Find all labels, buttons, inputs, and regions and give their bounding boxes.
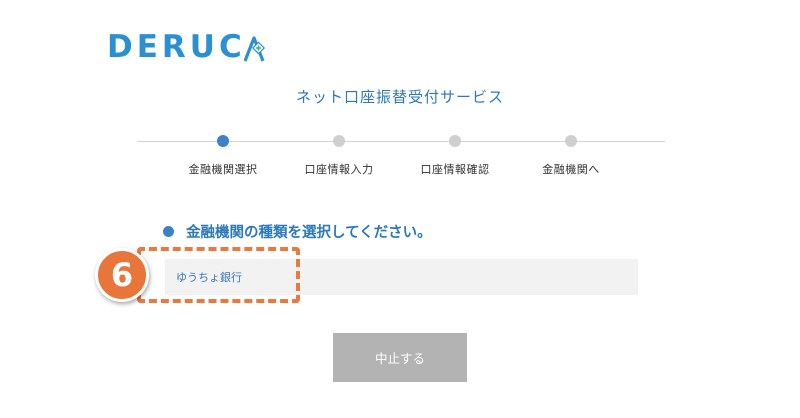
bank-type-prompt: 金融機関の種類を選択してください。 <box>163 221 432 242</box>
cancel-button[interactable]: 中止する <box>333 333 467 382</box>
step-dot <box>449 135 461 147</box>
step-bank-selection: 金融機関選択 <box>163 134 283 177</box>
step-number-badge: 6 <box>95 248 149 302</box>
step-dot-active <box>217 135 229 147</box>
service-title: ネット口座振替受付サービス <box>295 88 504 106</box>
step-account-input: 口座情報入力 <box>279 134 399 177</box>
diamond-plus-icon <box>243 36 265 62</box>
step-label: 金融機関選択 <box>188 163 258 176</box>
step-dot <box>333 135 345 147</box>
deruca-logo: DERUC <box>107 29 265 65</box>
logo-text: DERUC <box>107 29 246 65</box>
page: DERUC ネット口座振替受付サービス 金融機関選択 口座情報入力 口座情報確認 <box>0 0 800 418</box>
step-dot <box>565 135 577 147</box>
bullet-icon <box>163 226 174 237</box>
step-number: 6 <box>110 256 134 294</box>
step-label: 口座情報確認 <box>420 163 490 176</box>
step-label: 口座情報入力 <box>304 163 374 176</box>
step-account-confirm: 口座情報確認 <box>395 134 515 177</box>
step-label: 金融機関へ <box>542 163 600 176</box>
prompt-text: 金融機関の種類を選択してください。 <box>186 225 432 241</box>
step-to-bank: 金融機関へ <box>511 134 631 177</box>
annotation-highlight <box>137 247 300 303</box>
